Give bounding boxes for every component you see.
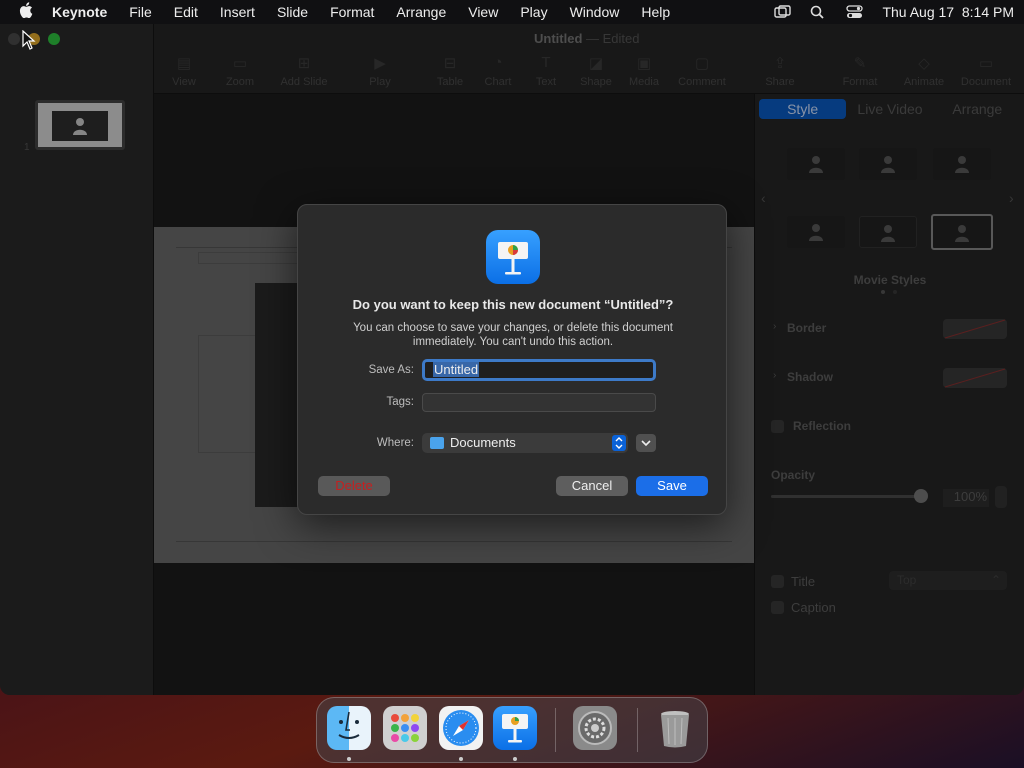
tags-input[interactable] — [422, 393, 656, 412]
finder-running-indicator — [347, 757, 351, 761]
where-select[interactable]: Documents — [422, 433, 628, 453]
menu-play[interactable]: Play — [520, 4, 547, 20]
where-value: Documents — [450, 435, 516, 450]
spotlight-search-icon[interactable] — [810, 5, 828, 19]
dock-launchpad-icon[interactable] — [383, 706, 427, 750]
keynote-app-icon — [486, 230, 540, 284]
menu-app-name[interactable]: Keynote — [52, 4, 107, 20]
dialog-message: You can choose to save your changes, or … — [353, 322, 673, 348]
dock-separator — [637, 708, 638, 752]
dock-separator — [555, 708, 556, 752]
screen-mirroring-icon[interactable] — [774, 5, 792, 19]
menu-view[interactable]: View — [468, 4, 498, 20]
tags-label: Tags: — [386, 396, 415, 408]
dock-finder-icon[interactable] — [327, 706, 371, 750]
save-dialog: Do you want to keep this new document “U… — [297, 204, 727, 515]
save-as-input[interactable]: Untitled — [422, 359, 656, 381]
menu-bar: Keynote File Edit Insert Slide Format Ar… — [0, 0, 1024, 24]
safari-running-indicator — [459, 757, 463, 761]
popup-stepper-icon — [612, 435, 626, 451]
dock — [316, 697, 708, 763]
menu-slide[interactable]: Slide — [277, 4, 308, 20]
menu-format[interactable]: Format — [330, 4, 374, 20]
menu-file[interactable]: File — [129, 4, 152, 20]
folder-icon — [430, 437, 444, 449]
dock-system-settings-icon[interactable] — [573, 706, 617, 750]
menu-window[interactable]: Window — [570, 4, 620, 20]
chevron-down-icon — [641, 440, 651, 447]
dock-trash-icon[interactable] — [653, 706, 697, 750]
save-as-label: Save As: — [368, 364, 414, 376]
menu-bar-clock[interactable]: Thu Aug 17 8:14 PM — [882, 4, 1014, 20]
dock-keynote-icon[interactable] — [493, 706, 537, 750]
keynote-running-indicator — [513, 757, 517, 761]
menu-help[interactable]: Help — [641, 4, 670, 20]
menu-insert[interactable]: Insert — [220, 4, 255, 20]
save-button[interactable]: Save — [636, 476, 708, 496]
mouse-pointer-icon — [22, 30, 36, 50]
expand-dialog-button[interactable] — [636, 434, 656, 452]
cancel-button[interactable]: Cancel — [556, 476, 628, 496]
where-label: Where: — [376, 437, 414, 449]
menu-edit[interactable]: Edit — [174, 4, 198, 20]
delete-button[interactable]: Delete — [318, 476, 390, 496]
menu-arrange[interactable]: Arrange — [396, 4, 446, 20]
control-center-icon[interactable] — [846, 5, 864, 19]
dock-safari-icon[interactable] — [439, 706, 483, 750]
apple-menu-icon[interactable] — [16, 2, 36, 22]
dialog-title: Do you want to keep this new document “U… — [352, 297, 674, 312]
